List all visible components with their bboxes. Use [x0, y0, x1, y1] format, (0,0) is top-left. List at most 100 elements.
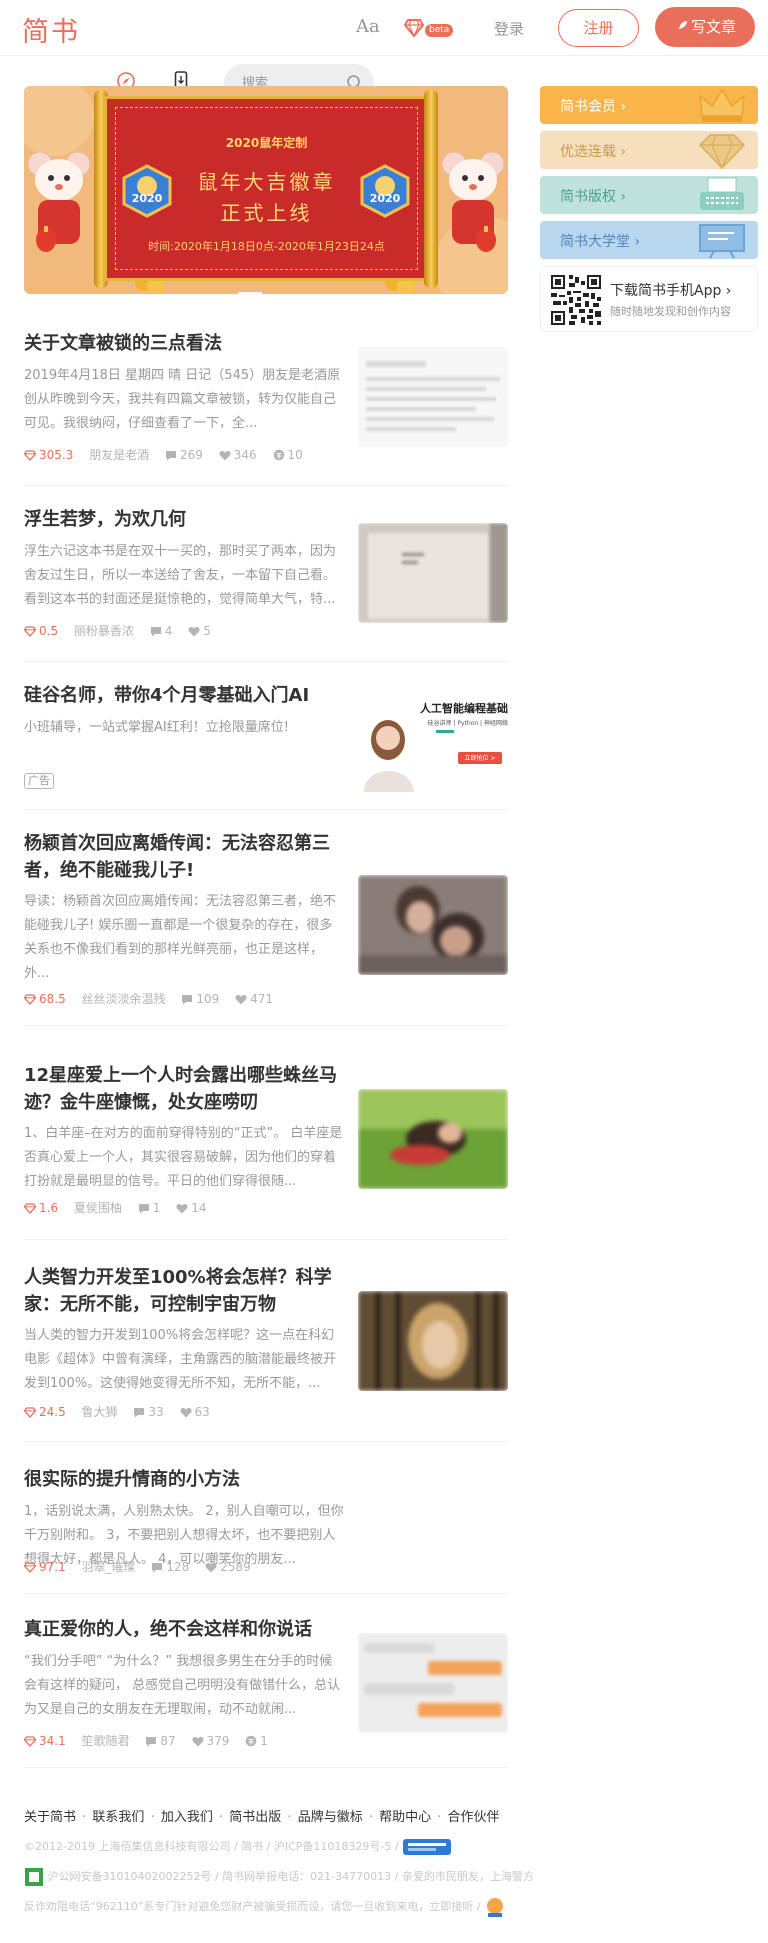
footer-link-publishing[interactable]: 简书出版 [229, 1810, 281, 1825]
footer-copyright: ©2012-2019 上海佰集信息科技有限公司 / 简书 / 沪ICP备1101… [24, 1832, 538, 1862]
font-size-toggle[interactable]: Aa [356, 16, 380, 37]
article-item: 真正爱你的人，绝不会这样和你说话 “我们分手吧” “为什么？” 我想很多男生在分… [23, 1616, 508, 1768]
article-item: 人类智力开发至100%将会怎样？科学家：无所不能，可控制宇宙万物 当人类的智力开… [23, 1264, 508, 1442]
signup-button[interactable]: 注册 [558, 9, 639, 47]
ad-title[interactable]: 硅谷名师，带你4个月零基础入门AI [24, 682, 344, 709]
article-meta: 24.5 鲁大狮 33 63 [23, 1403, 222, 1420]
article-title[interactable]: 真正爱你的人，绝不会这样和你说话 [24, 1616, 344, 1643]
diamond-count: 97.1 [23, 1560, 66, 1574]
diamond-icon [23, 1203, 37, 1214]
comment-count[interactable]: 1 [138, 1201, 160, 1215]
ad-abstract: 小班辅导，一站式掌握AI红利！立抢限量席位! [24, 720, 289, 735]
heart-icon [176, 1204, 188, 1214]
article-thumbnail[interactable] [358, 523, 508, 623]
write-article-button[interactable]: 写文章 [655, 7, 755, 47]
sidebar-item-copyright[interactable]: 简书版权 › [540, 176, 758, 214]
heart-icon [205, 1563, 217, 1573]
article-item: 杨颖首次回应离婚传闻：无法容忍第三者，绝不能碰我儿子! 导读：杨颖首次回应离婚传… [23, 830, 508, 1026]
article-item: 关于文章被锁的三点看法 2019年4月18日 星期四 晴 日记（545）朋友是老… [23, 330, 508, 486]
footer-link-contact[interactable]: 联系我们 [92, 1810, 144, 1825]
reward-count: 10 [273, 448, 303, 462]
ad-image[interactable]: 人工智能编程基础 硅谷讲师 | Python | 神经网络 立即抢位 > [358, 692, 508, 792]
article-thumbnail[interactable] [358, 1291, 508, 1391]
article-abstract: “我们分手吧” “为什么？” 我想很多男生在分手的时候会有这样的疑问， 总感觉自… [24, 1654, 341, 1717]
heart-icon [191, 1737, 204, 1747]
comment-count[interactable]: 269 [165, 448, 203, 462]
article-title[interactable]: 浮生若梦，为欢几何 [24, 506, 344, 533]
jianshu-logo[interactable]: 简书 [22, 10, 80, 49]
comment-count[interactable]: 128 [151, 1560, 189, 1574]
comment-count[interactable]: 33 [133, 1405, 164, 1419]
sidebar-item-serials[interactable]: 优选连载 › [540, 131, 758, 169]
article-title[interactable]: 人类智力开发至100%将会怎样？科学家：无所不能，可控制宇宙万物 [24, 1264, 344, 1318]
blackboard-icon [699, 224, 745, 259]
diamond-count: 68.5 [23, 992, 66, 1006]
diamond-count: 24.5 [23, 1405, 66, 1419]
sidebar-item-membership[interactable]: 简书会员 › [540, 86, 758, 124]
sidebar-item-academy[interactable]: 简书大学堂 › [540, 221, 758, 259]
footer-link-help[interactable]: 帮助中心 [379, 1810, 431, 1825]
download-app-subtitle: 随时随地发现和创作内容 [610, 305, 731, 318]
comment-count[interactable]: 4 [150, 624, 172, 638]
article-thumbnail[interactable] [358, 1089, 508, 1189]
diamond-beta-link[interactable]: beta [404, 19, 460, 41]
verified-badge-icon [403, 1839, 452, 1855]
comment-icon [150, 627, 161, 637]
footer-link-about[interactable]: 关于简书 [24, 1810, 76, 1825]
comment-icon [146, 1737, 157, 1747]
article-author[interactable]: 羽翠_璀璨 [82, 1558, 136, 1575]
sidebar-item-label: 简书会员 › [560, 99, 627, 115]
article-meta: 1.6 夏侯围柚 1 14 [23, 1199, 219, 1216]
article-title[interactable]: 关于文章被锁的三点看法 [24, 330, 344, 357]
article-thumbnail[interactable] [358, 875, 508, 975]
banner-subtitle: 2020鼠年定制 [225, 136, 308, 150]
article-title[interactable]: 杨颖首次回应离婚传闻：无法容忍第三者，绝不能碰我儿子! [24, 830, 344, 884]
promo-banner[interactable]: 2020鼠年定制 鼠年大吉徽章 正式上线 时间:2020年1月18日0点-202… [24, 86, 508, 294]
footer-license-text: 沪公网安备31010402002252号 / 简书网举报电话：021-34770… [24, 1870, 534, 1913]
diamond-icon [23, 994, 37, 1005]
footer: 关于简书 · 联系我们 · 加入我们 · 简书出版 · 品牌与徽标 · 帮助中心… [24, 1806, 544, 1922]
like-count: 5 [188, 624, 211, 638]
like-count: 379 [191, 1734, 229, 1748]
reward-count: 1 [245, 1734, 268, 1748]
article-author[interactable]: 夏侯围柚 [74, 1199, 122, 1216]
article-thumbnail[interactable] [358, 347, 508, 447]
footer-link-brand[interactable]: 品牌与徽标 [298, 1810, 363, 1825]
article-author[interactable]: 朋友是老酒 [89, 446, 149, 463]
article-abstract: 当人类的智力开发到100%将会怎样呢？这一点在科幻电影《超体》中曾有演绎，主角露… [24, 1328, 337, 1391]
ad-image-subtitle: 硅谷讲师 | Python | 神经网络 [427, 720, 508, 727]
login-link[interactable]: 登录 [494, 18, 524, 39]
comment-icon [182, 995, 193, 1005]
article-meta: 97.1 羽翠_璀璨 128 2589 [23, 1558, 263, 1575]
ad-item: 硅谷名师，带你4个月零基础入门AI 小班辅导，一站式掌握AI红利！立抢限量席位!… [24, 682, 508, 810]
comment-count[interactable]: 87 [145, 1734, 176, 1748]
top-navbar: 简书 Aa beta 登录 注册 写文章 [0, 0, 768, 56]
article-author[interactable]: 丽粉暴香浓 [74, 622, 134, 639]
beta-badge: beta [425, 24, 454, 37]
like-count: 63 [179, 1405, 210, 1419]
article-abstract: 导读：杨颖首次回应离婚传闻：无法容忍第三者，绝不能碰我儿子! 娱乐圈一直都是一个… [24, 894, 337, 981]
comment-icon [152, 1563, 163, 1573]
reward-icon [245, 1735, 257, 1747]
diamond-count: 34.1 [23, 1734, 66, 1748]
heart-icon [179, 1408, 192, 1418]
banner-pagination[interactable] [238, 279, 294, 294]
article-item: 很实际的提升情商的小方法 1，话别说太满，人别熟太快。 2，别人自嘲可以，但你千… [23, 1466, 508, 1594]
write-article-label: 写文章 [690, 18, 736, 36]
article-abstract: 浮生六记这本书是在双十一买的，那时买了两本，因为舍友过生日，所以一本送给了舍友，… [24, 544, 337, 607]
footer-link-join[interactable]: 加入我们 [161, 1810, 213, 1825]
footer-link-partners[interactable]: 合作伙伴 [448, 1810, 500, 1825]
article-author[interactable]: 笙歌随君 [82, 1732, 130, 1749]
mouse-mascot-right [441, 151, 505, 252]
footer-links: 关于简书 · 联系我们 · 加入我们 · 简书出版 · 品牌与徽标 · 帮助中心… [24, 1810, 500, 1825]
article-thumbnail[interactable] [358, 1633, 508, 1733]
article-title[interactable]: 12星座爱上一个人时会露出哪些蛛丝马迹？金牛座慷慨，处女座唠叨 [24, 1062, 344, 1116]
article-title[interactable]: 很实际的提升情商的小方法 [24, 1466, 344, 1493]
comment-count[interactable]: 109 [181, 992, 219, 1006]
article-author[interactable]: 鲁大狮 [82, 1403, 118, 1420]
ad-image-title: 人工智能编程基础 [420, 702, 508, 715]
download-app-card[interactable]: 下载简书手机App › 随时随地发现和创作内容 [540, 266, 758, 332]
article-author[interactable]: 丝丝淡淡余温残 [82, 990, 166, 1007]
download-app-title: 下载简书手机App › [610, 283, 732, 299]
report-badge-icon [487, 1898, 504, 1917]
